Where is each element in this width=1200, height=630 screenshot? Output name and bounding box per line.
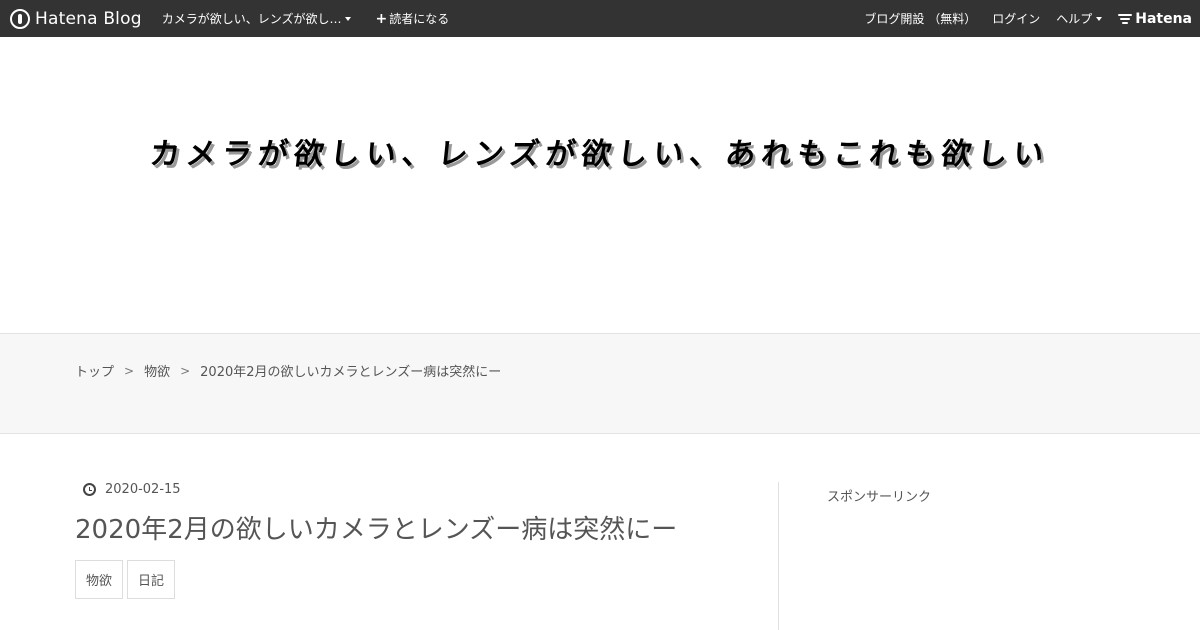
blog-header: カメラが欲しい、レンズが欲しい、あれもこれも欲しい bbox=[0, 37, 1200, 333]
clock-icon bbox=[83, 483, 96, 496]
logo-text: Hatena Blog bbox=[35, 8, 142, 29]
breadcrumb-item-category[interactable]: 物欲 bbox=[144, 361, 170, 380]
caret-down-icon bbox=[1096, 16, 1103, 21]
entry-tags: 物欲 日記 bbox=[75, 560, 755, 599]
entry: 2020-02-15 2020年2月の欲しいカメラとレンズー病は突然にー 物欲 … bbox=[75, 482, 755, 599]
breadcrumb-band: トップ > 物欲 > 2020年2月の欲しいカメラとレンズー病は突然にー bbox=[0, 333, 1200, 434]
entry-date-text: 2020-02-15 bbox=[105, 482, 181, 497]
breadcrumb: トップ > 物欲 > 2020年2月の欲しいカメラとレンズー病は突然にー bbox=[75, 361, 502, 381]
follow-button[interactable]: + 読者になる bbox=[375, 10, 449, 27]
content-divider bbox=[778, 482, 779, 630]
breadcrumb-separator: > bbox=[180, 363, 191, 378]
plus-icon: + bbox=[375, 10, 388, 27]
hatena-blog-logo[interactable]: Hatena Blog bbox=[10, 0, 142, 37]
follow-label: 読者になる bbox=[389, 12, 450, 26]
entry-date[interactable]: 2020-02-15 bbox=[83, 482, 755, 497]
open-blog-link[interactable]: ブログ開設 （無料） bbox=[864, 10, 976, 27]
hatena-brand-label: Hatena bbox=[1135, 10, 1192, 27]
login-link[interactable]: ログイン bbox=[992, 10, 1040, 27]
navbar-right: ブログ開設 （無料） ログイン ヘルプ Hatena bbox=[848, 0, 1192, 37]
blog-name-label: カメラが欲しい、レンズが欲し… bbox=[161, 12, 342, 26]
breadcrumb-item-top[interactable]: トップ bbox=[75, 361, 114, 380]
help-menu[interactable]: ヘルプ bbox=[1056, 10, 1103, 27]
tag-item[interactable]: 日記 bbox=[127, 560, 176, 599]
breadcrumb-separator: > bbox=[124, 363, 135, 378]
hatena-lines-icon bbox=[1118, 13, 1133, 24]
blog-title[interactable]: カメラが欲しい、レンズが欲しい、あれもこれも欲しい bbox=[0, 129, 1200, 173]
hatena-blog-logo-icon bbox=[10, 8, 30, 29]
top-navbar: Hatena Blog カメラが欲しい、レンズが欲し… + 読者になる ブログ開… bbox=[0, 0, 1200, 37]
breadcrumb-item-current: 2020年2月の欲しいカメラとレンズー病は突然にー bbox=[200, 365, 502, 380]
help-label: ヘルプ bbox=[1056, 12, 1093, 26]
caret-down-icon bbox=[345, 16, 352, 21]
sponsor-label: スポンサーリンク bbox=[827, 490, 932, 505]
hatena-brand-link[interactable]: Hatena bbox=[1118, 11, 1192, 27]
tag-item[interactable]: 物欲 bbox=[75, 560, 124, 599]
blog-name-menu[interactable]: カメラが欲しい、レンズが欲し… bbox=[162, 10, 352, 27]
entry-title[interactable]: 2020年2月の欲しいカメラとレンズー病は突然にー bbox=[75, 509, 755, 546]
